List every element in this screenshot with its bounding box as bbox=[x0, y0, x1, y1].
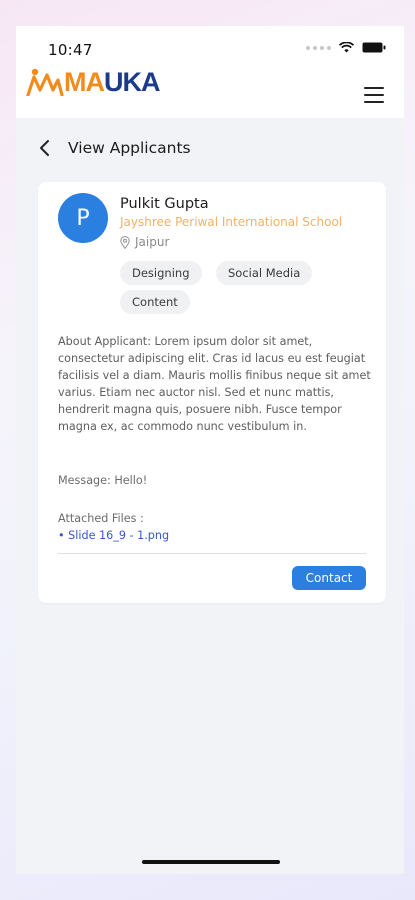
skill-tag: Social Media bbox=[216, 261, 313, 285]
chevron-left-icon bbox=[40, 140, 49, 156]
signal-dots-icon bbox=[306, 45, 331, 50]
applicant-school: Jayshree Periwal International School bbox=[120, 215, 343, 229]
hamburger-menu-button[interactable] bbox=[364, 87, 384, 103]
skill-tag: Content bbox=[120, 290, 190, 314]
about-applicant: About Applicant: Lorem ipsum dolor sit a… bbox=[58, 335, 371, 433]
contact-button[interactable]: Contact bbox=[292, 566, 366, 590]
wifi-icon bbox=[339, 42, 354, 53]
mauka-logo: MAUKA bbox=[26, 68, 160, 96]
page-title: View Applicants bbox=[68, 139, 191, 157]
status-icons bbox=[306, 42, 386, 53]
logo-text-uka: UKA bbox=[104, 67, 160, 97]
back-button[interactable] bbox=[38, 138, 54, 158]
skill-tag: Designing bbox=[120, 261, 202, 285]
attached-files-label: Attached Files : bbox=[58, 512, 144, 525]
applicant-name: Pulkit Gupta bbox=[120, 196, 209, 212]
logo-text-ma: MA bbox=[64, 67, 105, 97]
divider bbox=[58, 553, 366, 554]
home-indicator[interactable] bbox=[142, 860, 280, 864]
applicant-location: Jaipur bbox=[120, 235, 169, 249]
location-text: Jaipur bbox=[135, 235, 170, 249]
app-bar: 10:47 MAUKA bbox=[16, 26, 404, 118]
person-logo-icon bbox=[26, 68, 64, 96]
menu-line bbox=[364, 87, 384, 89]
attached-file-link[interactable]: • Slide 16_9 - 1.png bbox=[58, 529, 169, 542]
menu-line bbox=[364, 101, 384, 103]
applicant-message: Message: Hello! bbox=[58, 474, 148, 487]
logo-wordmark: MAUKA bbox=[64, 69, 160, 96]
status-time: 10:47 bbox=[48, 41, 93, 59]
location-pin-icon bbox=[120, 235, 130, 249]
phone-screen: 10:47 MAUKA View Applicants P Pulkit Gup… bbox=[16, 26, 404, 874]
menu-line bbox=[364, 94, 384, 96]
battery-icon bbox=[362, 42, 386, 53]
avatar: P bbox=[58, 193, 108, 243]
applicant-card: P Pulkit Gupta Jayshree Periwal Internat… bbox=[38, 182, 386, 603]
page-header: View Applicants bbox=[38, 138, 191, 158]
